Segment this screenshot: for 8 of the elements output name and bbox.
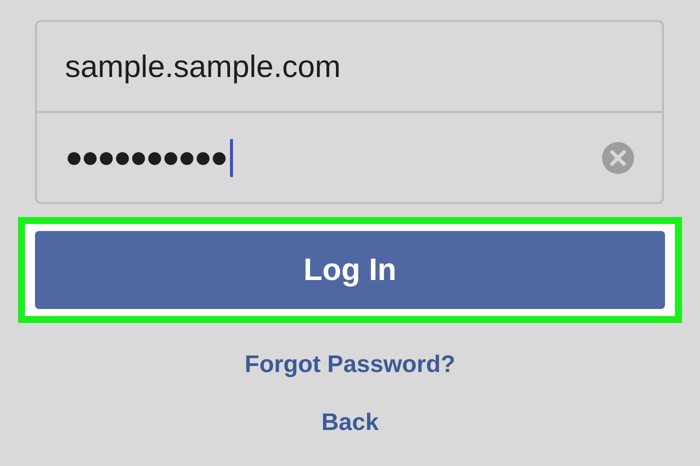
field-value: sample.sample.com [65, 48, 341, 84]
field-value: ●●●●●●●●●● [65, 140, 226, 174]
email-field[interactable]: sample.sample.com [37, 22, 662, 111]
login-button[interactable]: Log In [35, 231, 665, 309]
clear-icon[interactable] [602, 142, 634, 174]
text-link[interactable]: Forgot Password? [244, 351, 456, 379]
text-link[interactable]: Back [321, 409, 379, 437]
password-field[interactable]: ●●●●●●●●●● [37, 111, 662, 202]
